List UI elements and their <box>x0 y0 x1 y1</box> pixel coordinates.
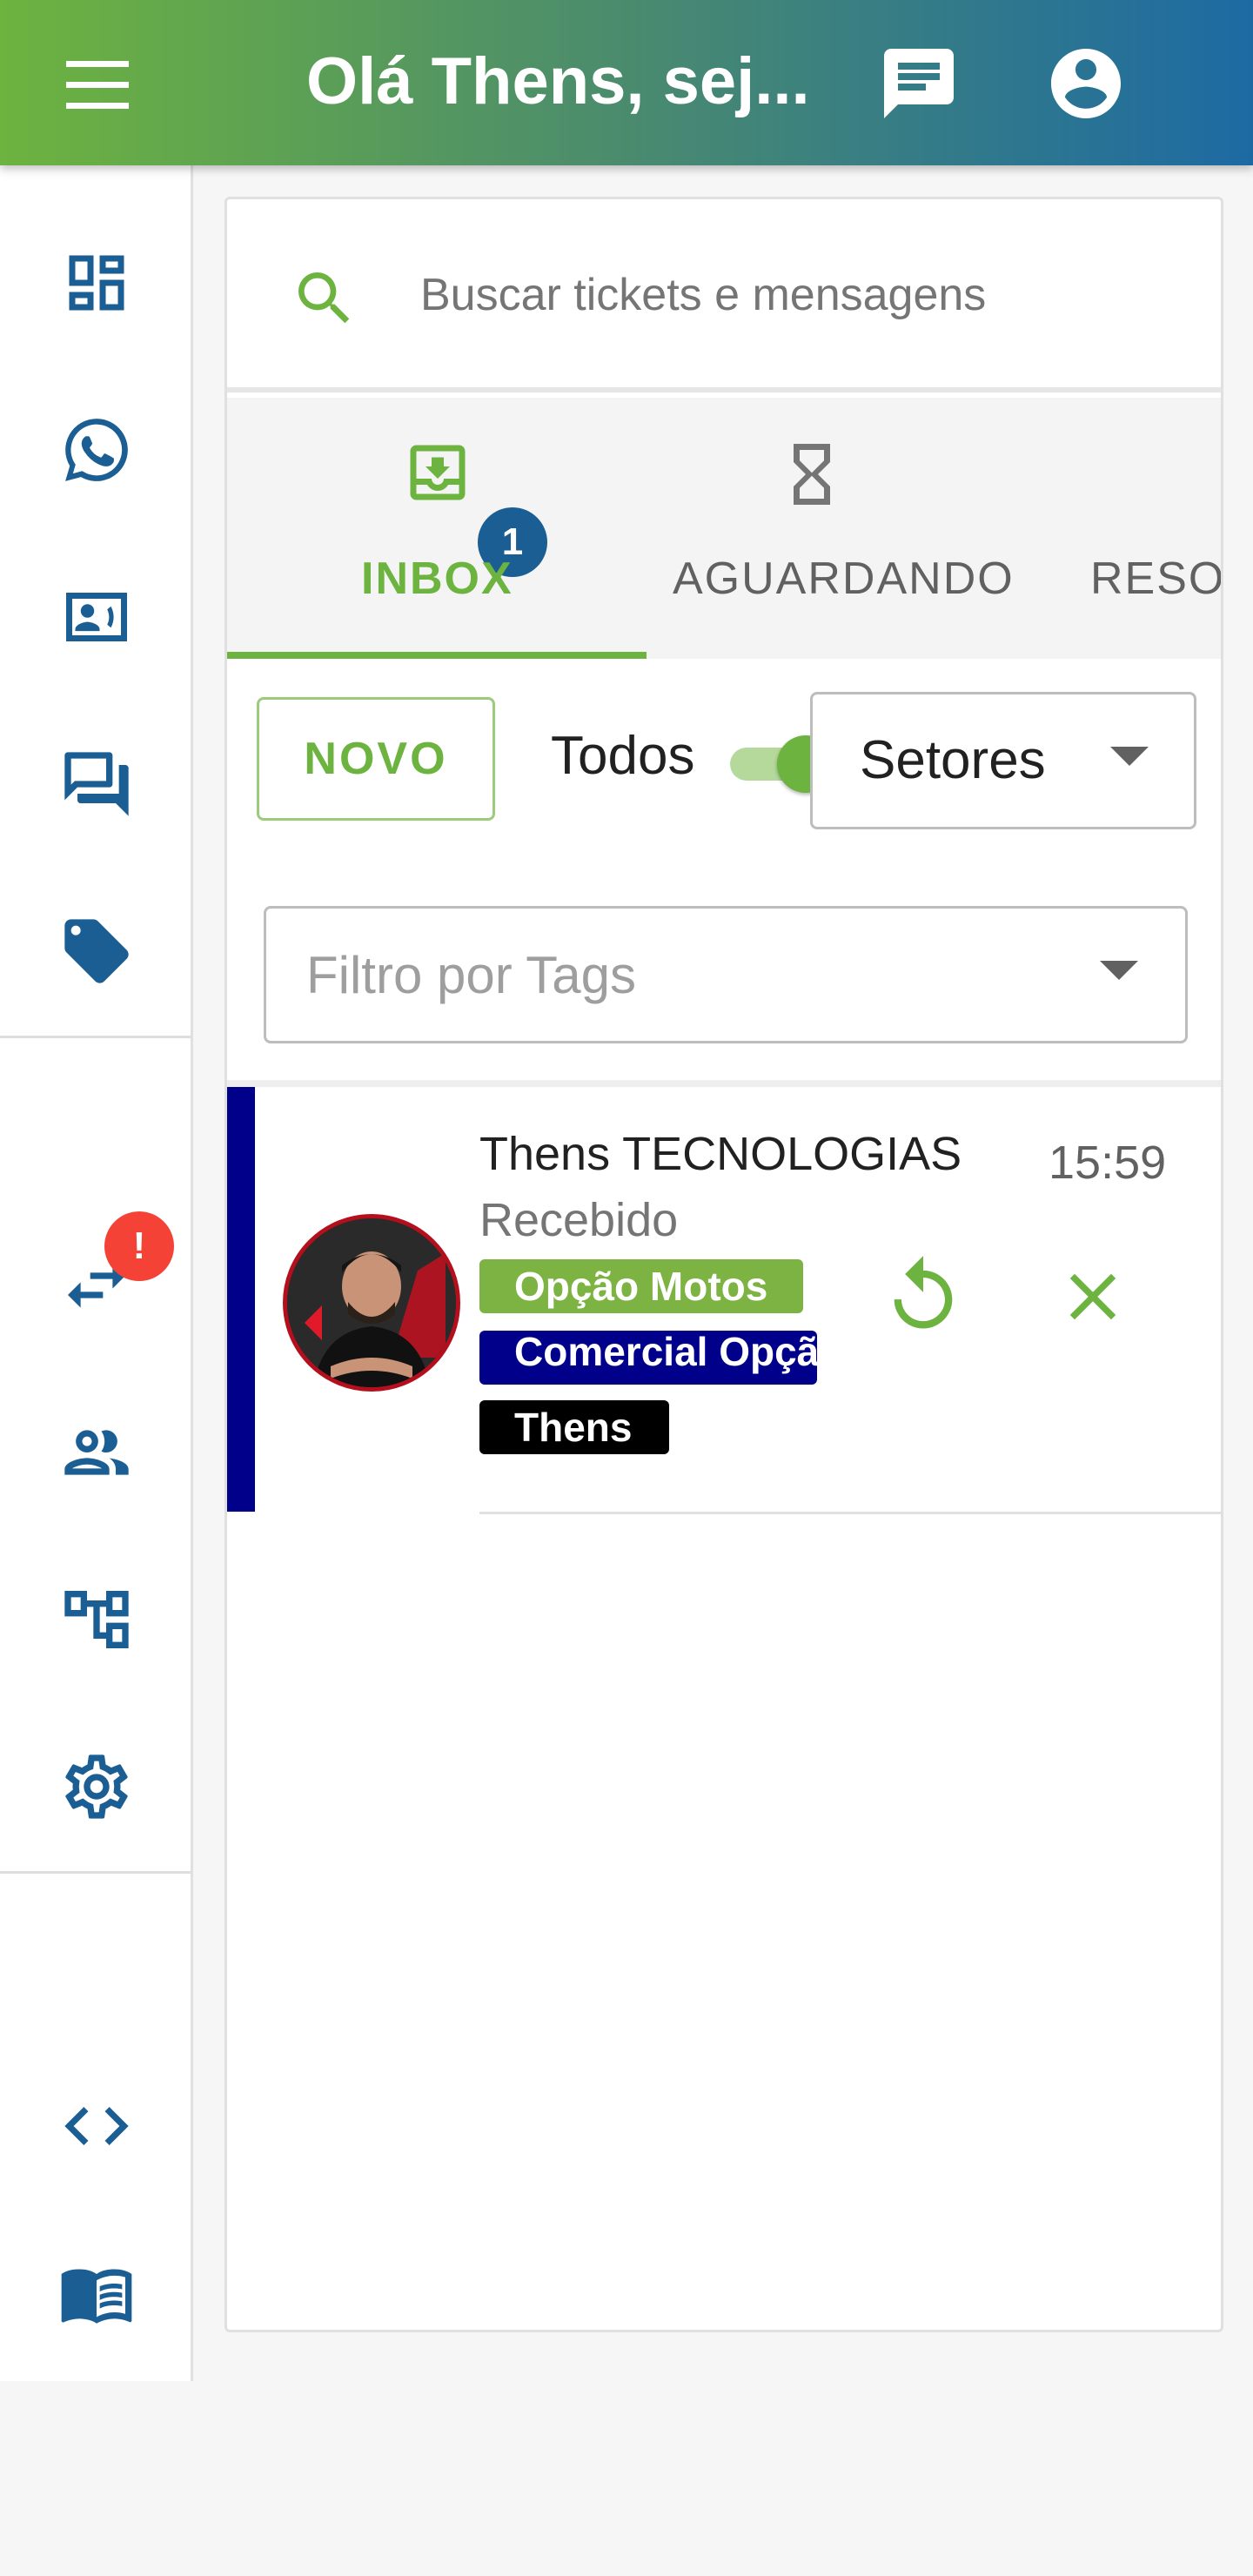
sidebar-item-contacts[interactable] <box>49 569 144 665</box>
sidebar-item-tags[interactable] <box>49 903 144 999</box>
avatar <box>283 1214 460 1392</box>
inbox-download-icon <box>410 445 466 500</box>
tag-icon <box>64 919 129 983</box>
sidebar-divider-2 <box>0 1871 191 1874</box>
page-title: Olá Thens, sej... <box>306 44 810 118</box>
tags-filter-placeholder: Filtro por Tags <box>306 946 637 1004</box>
sidebar-item-chats[interactable] <box>49 736 144 832</box>
sidebar-item-api[interactable] <box>49 2078 144 2174</box>
search-icon <box>298 272 350 324</box>
ticket-tag: Opção Motos <box>479 1259 803 1313</box>
book-icon <box>61 2269 132 2324</box>
sidebar-item-users[interactable] <box>49 1405 144 1500</box>
tags-filter-select[interactable]: Filtro por Tags <box>264 906 1188 1043</box>
contacts-icon <box>66 593 127 641</box>
refresh-icon <box>894 1256 953 1329</box>
sidebar-item-docs[interactable] <box>49 2245 144 2341</box>
close-ticket-button[interactable] <box>1054 1258 1132 1336</box>
code-icon <box>64 2107 129 2145</box>
chevron-down-icon <box>1110 747 1149 766</box>
tab-waiting[interactable]: AGUARDANDO <box>647 398 1064 659</box>
sidebar-item-whatsapp[interactable] <box>49 402 144 498</box>
ticket-queue-stripe <box>227 1087 255 1512</box>
settings-icon <box>65 1754 128 1819</box>
chevron-down-icon <box>1100 961 1138 980</box>
ticket-tabs: 1 INBOX AGUARDANDO RESOLVIDOS <box>227 398 1221 659</box>
chat-button[interactable] <box>875 42 962 125</box>
alert-badge: ! <box>104 1211 174 1281</box>
ticket-tag: Thens <box>479 1400 669 1454</box>
flow-icon <box>64 1591 129 1648</box>
dashboard-icon <box>69 255 124 311</box>
close-icon <box>1069 1273 1116 1320</box>
tab-inbox-label: INBOX <box>361 553 513 604</box>
hourglass-icon <box>794 444 830 505</box>
forum-icon <box>64 752 129 816</box>
ticket-contact-name: Thens TECNOLOGIAS <box>479 1128 962 1180</box>
sidebar-divider <box>0 1036 191 1038</box>
app-bar: Olá Thens, sej... <box>0 0 1253 165</box>
sidebar-item-dashboard[interactable] <box>49 235 144 331</box>
search-input[interactable] <box>420 252 1186 339</box>
tickets-panel: 1 INBOX AGUARDANDO RESOLVIDOS NOVO Todos… <box>224 197 1223 2332</box>
contact-photo <box>287 1218 456 1387</box>
sidebar-item-settings[interactable] <box>49 1739 144 1835</box>
reopen-ticket-button[interactable] <box>880 1252 967 1339</box>
sectors-select-value: Setores <box>860 730 1046 790</box>
active-tab-indicator <box>227 652 647 659</box>
tab-resolved-label: RESOLVIDOS <box>1090 553 1221 604</box>
new-ticket-button[interactable]: NOVO <box>257 697 495 821</box>
search-bar <box>227 199 1221 392</box>
tab-waiting-label: AGUARDANDO <box>673 553 1015 604</box>
sidebar-item-flows[interactable] <box>49 1572 144 1667</box>
sectors-select[interactable]: Setores <box>810 692 1196 829</box>
users-icon <box>64 1430 129 1475</box>
sidebar: ! <box>0 165 193 2381</box>
all-tickets-label: Todos <box>551 726 695 786</box>
ticket-divider <box>479 1512 1221 1514</box>
chat-icon <box>884 49 954 118</box>
ticket-tag: Comercial Opção Motos <box>479 1331 817 1385</box>
tab-inbox[interactable]: 1 INBOX <box>227 398 647 659</box>
whatsapp-icon <box>65 419 128 481</box>
ticket-time: 15:59 <box>1049 1137 1167 1189</box>
ticket-item[interactable]: Thens TECNOLOGIAS Recebido 15:59 Opção M… <box>227 1087 1221 1514</box>
menu-icon <box>66 61 129 109</box>
tab-resolved[interactable]: RESOLVIDOS <box>1064 398 1221 659</box>
list-divider <box>227 1080 1221 1087</box>
ticket-status: Recebido <box>479 1194 679 1246</box>
menu-button[interactable] <box>54 54 141 115</box>
account-circle-icon <box>1051 49 1121 118</box>
account-button[interactable] <box>1044 42 1128 125</box>
